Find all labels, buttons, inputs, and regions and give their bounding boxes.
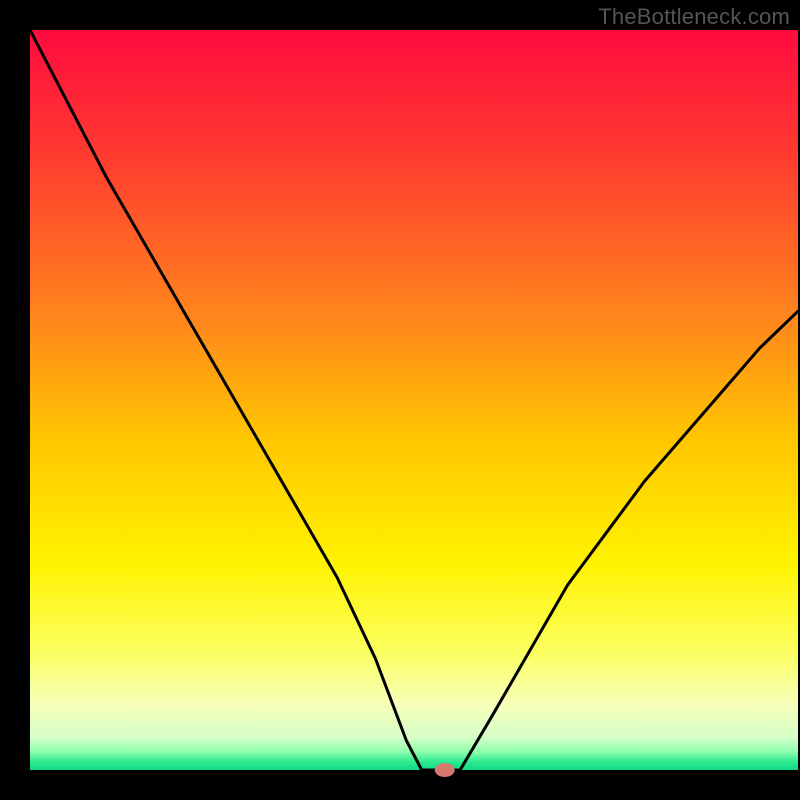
watermark-label: TheBottleneck.com [598, 4, 790, 30]
chart-container: TheBottleneck.com [0, 0, 800, 800]
bottleneck-chart [0, 0, 800, 800]
plot-background [30, 30, 798, 770]
minimum-marker [435, 763, 455, 777]
